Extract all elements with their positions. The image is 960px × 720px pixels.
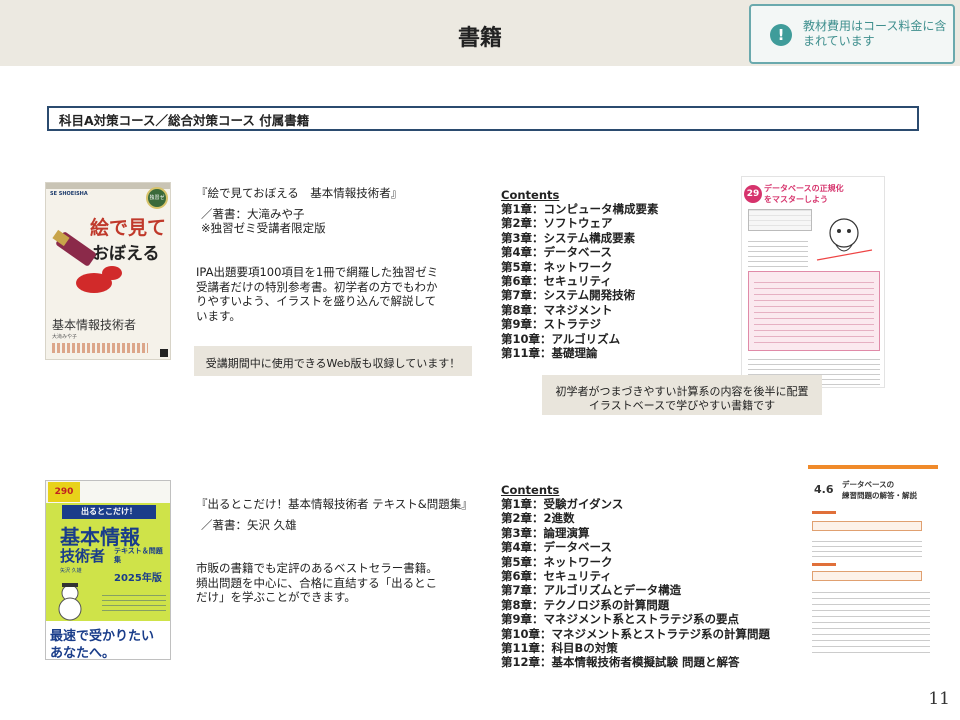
cover-badge-label: 独習ゼミ	[149, 195, 165, 201]
chapter-item: 第2章：ソフトウェア	[501, 216, 613, 231]
sample-page-2: 4.6 データベースの 練習問題の解答・解説	[808, 463, 938, 663]
cover2-snowman-illustration	[58, 583, 82, 621]
sample2-question-box-1	[812, 521, 922, 531]
sample-lines	[748, 237, 808, 267]
exclamation-icon: !	[770, 24, 792, 46]
cover2-slogan-line2: あなたへ。	[50, 646, 116, 660]
chapter-item: 第7章：アルゴリズムとデータ構造	[501, 583, 682, 598]
chapter-item: 第5章：ネットワーク	[501, 259, 613, 274]
sample2-accent-bar	[808, 465, 938, 469]
cover2-subtitle: テキスト＆問題集	[114, 547, 163, 564]
chapter-item: 第7章：システム開発技術	[501, 288, 636, 303]
sample-number-badge: 29	[744, 185, 762, 203]
page-number: 11	[928, 689, 950, 709]
sample-callout: 初学者がつまづきやすい計算系の内容を後半に配置 イラストベースで学びやすい書籍で…	[542, 375, 822, 415]
cover-corner-logo	[160, 349, 168, 357]
book-description-1: IPA出題要項100項目を1冊で網羅した独習ゼミ受講者だけの特別参考書。初学者の…	[196, 265, 439, 323]
book-note-1: ※独習ゼミ受講者限定版	[201, 221, 326, 235]
chapter-item: 第3章：論理演算	[501, 525, 590, 540]
sample-heading-line1: データベースの正規化	[764, 184, 844, 193]
section-title: 科目A対策コース／総合対策コース 付属書籍	[59, 113, 310, 128]
contents-list-2: 第1章：受験ガイダンス 第2章：2進数 第3章：論理演算 第4章：データベース …	[501, 497, 770, 670]
chapter-item: 第9章：マネジメント系とストラテジ系の要点	[501, 612, 739, 627]
cover2-price-badge: 290	[48, 482, 80, 502]
section-heading: 科目A対策コース／総合対策コース 付属書籍	[47, 106, 919, 131]
sample2-lines-2	[812, 587, 930, 653]
cover2-top-banner: 出るとこだけ！	[62, 505, 156, 519]
sample-callout-line2: イラストベースで学びやすい書籍です	[588, 399, 776, 412]
chapter-item: 第9章：ストラテジ	[501, 317, 602, 332]
sample2-number: 4.6	[814, 483, 834, 496]
chapter-item: 第10章：アルゴリズム	[501, 331, 621, 346]
sample-page-1: 29 データベースの正規化 をマスターしよう	[741, 176, 885, 388]
cover-author: 大滝みや子	[52, 334, 78, 340]
chapter-item: 第10章：マネジメント系とストラテジ系の計算問題	[501, 626, 771, 641]
cover2-year: 2025年版	[114, 573, 162, 584]
sample2-heading-line2: 練習問題の解答・解説	[842, 491, 917, 500]
chapter-item: 第12章：基本情報技術者模擬試験 問題と解答	[501, 655, 740, 670]
book-title-1: 『絵で見ておぼえる 基本情報技術者』	[196, 186, 403, 200]
sample-cartoon-illustration	[816, 218, 873, 261]
chapter-item: 第2章：2進数	[501, 511, 575, 526]
sample2-question-box-2	[812, 571, 922, 581]
book-description-2: 市販の書籍でも定評のあるベストセラー書籍。頻出問題を中心に、合格に直結する「出る…	[196, 561, 438, 604]
chapter-item: 第11章：科目Bの対策	[501, 641, 618, 656]
book-title-2: 『出るとこだけ！基本情報技術者 テキスト&問題集』	[196, 497, 473, 511]
paint-tube-illustration	[52, 229, 122, 293]
chapter-item: 第8章：テクノロジ系の計算問題	[501, 597, 670, 612]
sample2-section-marker-2	[812, 563, 836, 566]
chapter-item: 第6章：セキュリティ	[501, 274, 612, 289]
book-cover-1: SE SHOEISHA 独習ゼミ 絵で見て おぼえる 基本情報技術者 大滝みや子	[45, 182, 171, 360]
chapter-item: 第11章：基礎理論	[501, 346, 598, 361]
sample2-lines-1	[812, 537, 922, 557]
cover-badge: 独習ゼミ	[146, 187, 168, 209]
sample2-heading-line1: データベースの	[842, 480, 895, 489]
web-version-callout-text: 受講期間中に使用できるWeb版も収録しています！	[205, 357, 461, 370]
cover2-author: 矢沢 久雄	[60, 568, 82, 574]
book-author-2: ／著書：矢沢 久雄	[201, 518, 297, 532]
cover-bottom-note	[52, 343, 148, 353]
sample-table	[748, 209, 812, 231]
fee-notice: ! 教材費用はコース料金に含まれています	[749, 4, 955, 64]
cover-subject: 基本情報技術者	[52, 318, 137, 332]
chapter-item: 第1章：コンピュータ構成要素	[501, 202, 659, 216]
cover2-title-line2: 技術者	[60, 547, 106, 565]
chapter-item: 第3章：システム構成要素	[501, 230, 636, 245]
cover-publisher: SE SHOEISHA	[50, 191, 88, 197]
chapter-item: 第8章：マネジメント	[501, 302, 613, 317]
contents-list-1: 第1章：コンピュータ構成要素 第2章：ソフトウェア 第3章：システム構成要素 第…	[501, 202, 659, 360]
book-cover-2: 290 出るとこだけ！ 基本情報 技術者 テキスト＆問題集 2025年版 矢沢 …	[45, 480, 171, 660]
notice-text: 教材費用はコース料金に含まれています	[803, 19, 947, 48]
sample-heading-line2: をマスターしよう	[764, 195, 828, 204]
web-version-callout: 受講期間中に使用できるWeb版も収録しています！	[194, 346, 472, 376]
sample-pink-box-lines	[754, 281, 874, 343]
contents-heading-2: Contents	[501, 483, 560, 497]
sample2-section-marker-1	[812, 511, 836, 514]
chapter-item: 第4章：データベース	[501, 540, 612, 555]
chapter-item: 第5章：ネットワーク	[501, 554, 613, 569]
book-author-1: ／著書：大滝みや子	[201, 207, 305, 221]
cover2-info-lines	[102, 591, 166, 611]
cover2-price-label: 290	[54, 487, 74, 497]
chapter-item: 第1章：受験ガイダンス	[501, 497, 624, 511]
chapter-item: 第6章：セキュリティ	[501, 569, 612, 584]
contents-heading-1: Contents	[501, 188, 560, 202]
chapter-item: 第4章：データベース	[501, 245, 612, 260]
